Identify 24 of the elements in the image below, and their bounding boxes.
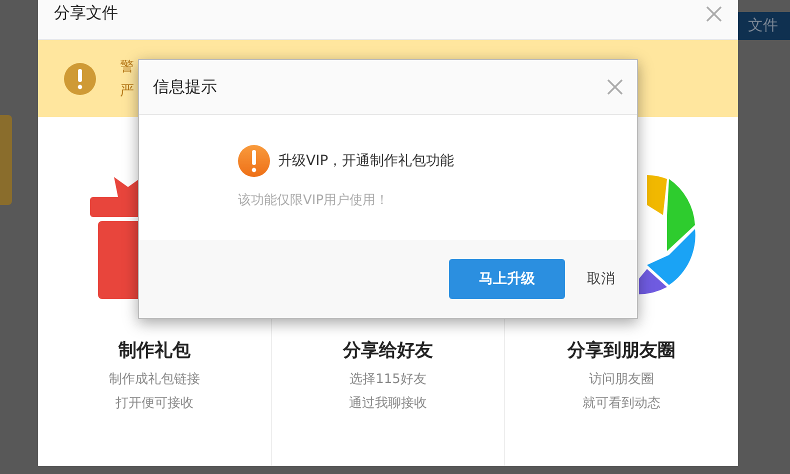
option-title[interactable]: 分享给好友 xyxy=(343,338,433,362)
option-title[interactable]: 分享到朋友圈 xyxy=(568,338,676,362)
option-description: 制作成礼包链接 xyxy=(108,371,200,389)
option-description: 打开便可接收 xyxy=(115,395,194,413)
close-icon[interactable] xyxy=(607,79,623,95)
colorful-ring-icon xyxy=(639,175,698,295)
dialog-title: 分享文件 xyxy=(54,3,118,24)
option-description: 选择115好友 xyxy=(350,371,426,389)
warning-icon xyxy=(64,62,96,94)
option-title[interactable]: 制作礼包 xyxy=(118,338,190,362)
dialog-title: 信息提示 xyxy=(153,76,217,98)
folder-icon xyxy=(0,115,12,205)
note-text: 该功能仅限VIP用户使用！ xyxy=(238,192,390,209)
warning-text: 警 xyxy=(120,58,134,76)
warning-text: 严 xyxy=(120,82,134,100)
gift-icon xyxy=(90,175,138,299)
upload-button[interactable]: 文件 xyxy=(738,12,790,40)
warning-icon xyxy=(238,145,270,177)
option-description: 就可看到动态 xyxy=(582,395,661,413)
cancel-button[interactable]: 取消 xyxy=(587,270,615,288)
message-text: 升级VIP，开通制作礼包功能 xyxy=(278,152,454,170)
option-description: 访问朋友圈 xyxy=(589,371,654,389)
option-description: 通过我聊接收 xyxy=(349,395,427,413)
close-icon[interactable] xyxy=(706,6,722,22)
